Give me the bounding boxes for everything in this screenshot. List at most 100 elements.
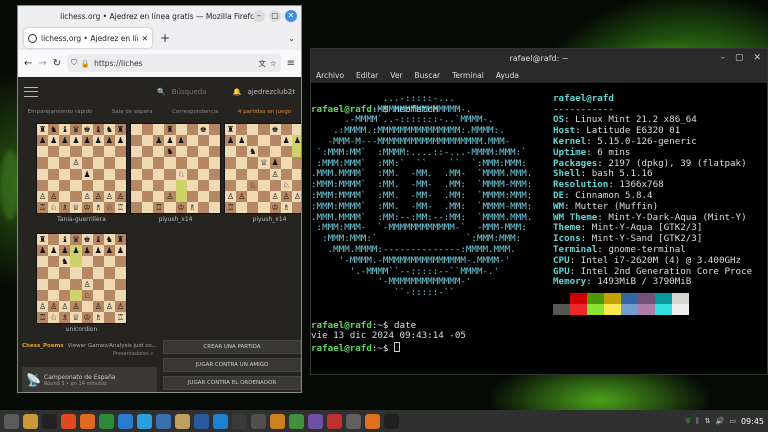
board-square[interactable] — [131, 124, 143, 136]
board-square[interactable] — [197, 157, 209, 169]
chess-piece[interactable]: ♟ — [37, 135, 49, 147]
chess-piece[interactable]: ♙ — [291, 190, 301, 202]
board-square[interactable] — [131, 201, 143, 213]
board-square[interactable] — [114, 157, 126, 169]
chess-piece[interactable]: ♖ — [37, 201, 49, 213]
chess-piece[interactable]: ♞ — [103, 234, 115, 246]
board-square[interactable] — [48, 278, 60, 290]
board-square[interactable] — [131, 179, 143, 191]
board-square[interactable] — [92, 278, 104, 290]
board-square[interactable] — [92, 289, 104, 301]
board-square[interactable] — [81, 146, 93, 158]
board-square[interactable] — [186, 146, 198, 158]
chess-piece[interactable]: ♝ — [92, 124, 104, 136]
board-square[interactable] — [48, 146, 60, 158]
board-square[interactable] — [114, 256, 126, 268]
board-square[interactable] — [247, 124, 259, 136]
terminal-output[interactable]: rafael@rafd:~$ neofetch ...-:::::-... .-… — [311, 83, 767, 354]
hamburger-menu-icon[interactable] — [24, 86, 38, 97]
chess-piece[interactable]: ♟ — [225, 135, 237, 147]
chess-piece[interactable]: ♙ — [59, 300, 71, 312]
board-square[interactable] — [236, 201, 248, 213]
board-square[interactable] — [280, 146, 292, 158]
board-square[interactable] — [92, 157, 104, 169]
board-square[interactable] — [142, 124, 154, 136]
chess-piece[interactable]: ♜ — [114, 234, 126, 246]
menu-item[interactable]: Buscar — [415, 71, 441, 80]
chess-piece[interactable]: ♙ — [164, 190, 176, 202]
board-square[interactable] — [175, 146, 187, 158]
media-player-icon[interactable] — [270, 413, 285, 429]
close-tab-icon[interactable]: ✕ — [142, 34, 148, 43]
board-square[interactable] — [48, 234, 60, 246]
chess-piece[interactable]: ♗ — [280, 201, 292, 213]
chess-piece[interactable]: ♖ — [37, 311, 49, 323]
board-square[interactable] — [164, 157, 176, 169]
board-square[interactable] — [175, 157, 187, 169]
board-square[interactable] — [247, 168, 259, 180]
bell-icon[interactable]: 🔔 — [233, 88, 242, 96]
username-link[interactable]: ajedrezclub2t — [247, 88, 295, 96]
board-square[interactable] — [92, 256, 104, 268]
terminal-icon[interactable] — [42, 413, 57, 429]
board-square[interactable] — [258, 179, 270, 191]
board-square[interactable] — [92, 179, 104, 191]
board-square[interactable] — [70, 190, 82, 202]
close-icon[interactable]: ✕ — [285, 10, 297, 22]
game-preview[interactable]: ♜ ♚ ♟ ♟ ♟ ♞ ♘ ♙ ♖ ♔ ♗ piyush_x14 — [130, 123, 221, 223]
chess-piece[interactable]: ♙ — [280, 190, 292, 202]
board-square[interactable] — [153, 190, 165, 202]
chess-piece[interactable]: ♟ — [92, 135, 104, 147]
vscode-icon[interactable] — [213, 413, 228, 429]
board-square[interactable] — [208, 179, 220, 191]
telegram-icon[interactable] — [137, 413, 152, 429]
lock-icon[interactable]: 🔒 — [81, 59, 90, 68]
chess-piece[interactable]: ♟ — [103, 245, 115, 257]
board-square[interactable] — [269, 135, 281, 147]
chess-piece[interactable]: ♜ — [37, 234, 49, 246]
chess-piece[interactable]: ♙ — [114, 300, 126, 312]
chess-piece[interactable]: ♘ — [48, 201, 60, 213]
subnav-item[interactable]: 4 partidas en juego — [238, 109, 291, 115]
chessboard[interactable]: ♜ ♚ ♟ ♟ ♟ ♞ ♘ ♙ ♖ ♔ ♗ — [130, 123, 221, 214]
chess-piece[interactable]: ♙ — [48, 300, 60, 312]
subnav-item[interactable]: Emparejamiento rápido — [28, 109, 93, 115]
board-square[interactable] — [236, 179, 248, 191]
board-square[interactable] — [37, 278, 49, 290]
board-square[interactable] — [225, 179, 237, 191]
chess-piece[interactable]: ♛ — [70, 234, 82, 246]
chess-piece[interactable]: ♛ — [70, 124, 82, 136]
chess-piece[interactable]: ♜ — [164, 124, 176, 136]
board-square[interactable] — [131, 168, 143, 180]
chess-piece[interactable]: ♙ — [269, 190, 281, 202]
board-square[interactable] — [103, 179, 115, 191]
board-square[interactable] — [153, 124, 165, 136]
board-square[interactable] — [197, 135, 209, 147]
board-square[interactable] — [103, 311, 115, 323]
chess-piece[interactable]: ♗ — [59, 311, 71, 323]
board-square[interactable] — [247, 190, 259, 202]
opponent-name[interactable]: piyush_x14 — [224, 216, 301, 223]
window-titlebar[interactable]: lichess.org • Ajedrez en línea gratis — … — [18, 6, 301, 26]
text-editor-icon[interactable] — [156, 413, 171, 429]
search-input[interactable] — [171, 85, 227, 98]
bluetooth-icon[interactable]: ᛒ — [696, 417, 700, 425]
audio-icon[interactable] — [308, 413, 323, 429]
board-square[interactable] — [258, 168, 270, 180]
chess-piece[interactable]: ♞ — [247, 146, 259, 158]
game-preview[interactable]: ♜ ♞ ♝ ♛ ♚ ♝ ♞ ♜ ♟ ♟ ♟ ♟ ♟ ♟ ♟ ♟ ♙ ♟ ♙ ♙ ♙ ♙ ♙ ♙ ♖ ♘ ♗ ♕ ♔ ♗ ♘ ♖ Tania-gu… — [36, 123, 127, 223]
board-square[interactable] — [48, 179, 60, 191]
board-square[interactable] — [208, 124, 220, 136]
chess-piece[interactable]: ♔ — [269, 201, 281, 213]
chess-piece[interactable]: ♘ — [280, 179, 292, 191]
chess-piece[interactable]: ♙ — [48, 190, 60, 202]
terminal-icon[interactable] — [232, 413, 247, 429]
board-square[interactable] — [70, 256, 82, 268]
minimize-icon[interactable]: – — [253, 10, 265, 22]
tab-lichess[interactable]: lichess.org • Ajedrez en líne ✕ — [24, 28, 152, 48]
board-square[interactable] — [236, 124, 248, 136]
chess-piece[interactable]: ♞ — [164, 146, 176, 158]
board-square[interactable] — [225, 168, 237, 180]
chess-piece[interactable]: ♞ — [103, 124, 115, 136]
board-square[interactable] — [37, 267, 49, 279]
